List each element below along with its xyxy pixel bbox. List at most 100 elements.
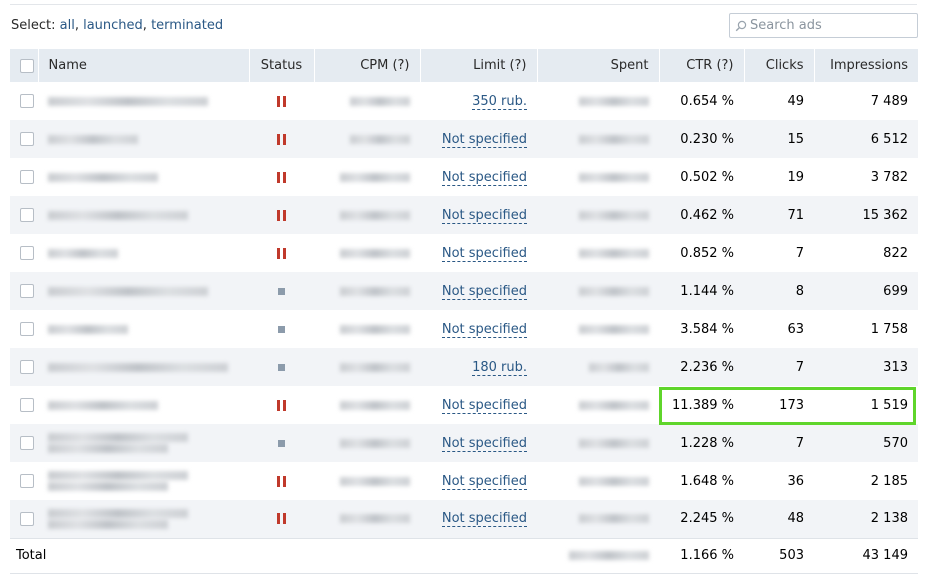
- ad-name-cell[interactable]: [38, 196, 249, 234]
- limit-link[interactable]: Not specified: [441, 245, 527, 262]
- pause-icon[interactable]: [277, 513, 286, 525]
- status-cell[interactable]: [249, 348, 314, 386]
- ad-name-cell[interactable]: [38, 82, 249, 120]
- table-row[interactable]: 350 rub. 0.654 % 49 7 489: [10, 82, 918, 120]
- ad-name-cell[interactable]: [38, 424, 249, 462]
- limit-link[interactable]: Not specified: [441, 435, 527, 452]
- pause-icon[interactable]: [277, 133, 286, 145]
- ad-name-cell[interactable]: [38, 500, 249, 538]
- table-row[interactable]: Not specified 0.462 % 71 15 362: [10, 196, 918, 234]
- row-checkbox[interactable]: [20, 360, 34, 374]
- row-checkbox[interactable]: [20, 170, 34, 184]
- select-all-link[interactable]: all: [60, 18, 75, 33]
- pause-icon[interactable]: [277, 399, 286, 411]
- select-all-checkbox[interactable]: [19, 58, 34, 73]
- row-checkbox[interactable]: [20, 436, 34, 450]
- column-header-limit[interactable]: Limit (?): [419, 49, 537, 82]
- row-checkbox-cell[interactable]: [10, 462, 38, 500]
- select-terminated-link[interactable]: terminated: [151, 18, 223, 33]
- status-cell[interactable]: [249, 462, 314, 500]
- stopped-square-icon[interactable]: [278, 287, 285, 295]
- table-row[interactable]: Not specified 1.228 % 7 570: [10, 424, 918, 462]
- row-checkbox[interactable]: [20, 474, 34, 488]
- pause-icon[interactable]: [277, 247, 286, 259]
- limit-link[interactable]: Not specified: [441, 397, 527, 414]
- table-row[interactable]: 180 rub. 2.236 % 7 313: [10, 348, 918, 386]
- column-header-status[interactable]: Status: [248, 49, 314, 82]
- table-row[interactable]: Not specified 11.389 % 173 1 519: [10, 386, 918, 424]
- status-cell[interactable]: [249, 196, 314, 234]
- table-row[interactable]: Not specified 0.230 % 15 6 512: [10, 120, 918, 158]
- pause-icon[interactable]: [277, 171, 286, 183]
- ad-name-cell[interactable]: [38, 120, 249, 158]
- pause-icon[interactable]: [277, 95, 286, 107]
- limit-cell: Not specified: [420, 196, 537, 234]
- row-checkbox-cell[interactable]: [10, 272, 38, 310]
- ad-name-cell[interactable]: [38, 462, 249, 500]
- column-header-impressions[interactable]: Impressions: [813, 49, 918, 82]
- ad-name-cell[interactable]: [38, 386, 249, 424]
- status-cell[interactable]: [249, 120, 314, 158]
- row-checkbox[interactable]: [20, 94, 34, 108]
- row-checkbox-cell[interactable]: [10, 310, 38, 348]
- row-checkbox[interactable]: [20, 246, 34, 260]
- limit-link[interactable]: Not specified: [441, 131, 527, 148]
- row-checkbox-cell[interactable]: [10, 158, 38, 196]
- ad-name-cell[interactable]: [38, 348, 249, 386]
- table-row[interactable]: Not specified 2.245 % 48 2 138: [10, 500, 918, 538]
- stopped-square-icon[interactable]: [278, 439, 285, 447]
- status-cell[interactable]: [249, 386, 314, 424]
- table-row[interactable]: Not specified 0.502 % 19 3 782: [10, 158, 918, 196]
- limit-link[interactable]: Not specified: [441, 321, 527, 338]
- status-cell[interactable]: [249, 272, 314, 310]
- limit-link[interactable]: 180 rub.: [472, 359, 527, 376]
- status-cell[interactable]: [249, 234, 314, 272]
- row-checkbox-cell[interactable]: [10, 348, 38, 386]
- search-input[interactable]: [750, 18, 915, 33]
- ad-name-cell[interactable]: [38, 234, 249, 272]
- row-checkbox-cell[interactable]: [10, 234, 38, 272]
- column-header-cpm[interactable]: CPM (?): [313, 49, 420, 82]
- limit-link[interactable]: Not specified: [441, 207, 527, 224]
- table-row[interactable]: Not specified 1.648 % 36 2 185: [10, 462, 918, 500]
- row-checkbox[interactable]: [20, 511, 34, 526]
- pause-icon[interactable]: [277, 209, 286, 221]
- table-row[interactable]: Not specified 1.144 % 8 699: [10, 272, 918, 310]
- row-checkbox[interactable]: [20, 398, 34, 412]
- limit-link[interactable]: Not specified: [441, 473, 527, 490]
- status-cell[interactable]: [249, 82, 314, 120]
- row-checkbox-cell[interactable]: [10, 424, 38, 462]
- ad-name-cell[interactable]: [38, 310, 249, 348]
- row-checkbox-cell[interactable]: [10, 386, 38, 424]
- ad-name-cell[interactable]: [38, 272, 249, 310]
- status-cell[interactable]: [249, 424, 314, 462]
- row-checkbox-cell[interactable]: [10, 196, 38, 234]
- stopped-square-icon[interactable]: [278, 363, 285, 371]
- row-checkbox-cell[interactable]: [10, 500, 38, 538]
- column-header-spent[interactable]: Spent: [536, 49, 659, 82]
- limit-link[interactable]: Not specified: [441, 169, 527, 186]
- column-header-name[interactable]: Name: [37, 49, 249, 82]
- stopped-square-icon[interactable]: [278, 325, 285, 333]
- row-checkbox[interactable]: [20, 284, 34, 298]
- status-cell[interactable]: [249, 500, 314, 538]
- row-checkbox-cell[interactable]: [10, 82, 38, 120]
- column-header-ctr[interactable]: CTR (?): [658, 49, 744, 82]
- ad-name-cell[interactable]: [38, 158, 249, 196]
- status-cell[interactable]: [249, 310, 314, 348]
- column-header-clicks[interactable]: Clicks: [743, 49, 814, 82]
- row-checkbox[interactable]: [20, 132, 34, 146]
- select-launched-link[interactable]: launched: [83, 18, 143, 33]
- row-checkbox[interactable]: [20, 208, 34, 222]
- table-row[interactable]: Not specified 3.584 % 63 1 758: [10, 310, 918, 348]
- limit-link[interactable]: 350 rub.: [472, 93, 527, 110]
- limit-link[interactable]: Not specified: [441, 511, 527, 528]
- row-checkbox[interactable]: [20, 322, 34, 336]
- search-box[interactable]: [729, 13, 918, 38]
- row-checkbox-cell[interactable]: [10, 120, 38, 158]
- select-all-checkbox-cell[interactable]: [10, 49, 38, 82]
- pause-icon[interactable]: [277, 475, 286, 487]
- table-row[interactable]: Not specified 0.852 % 7 822: [10, 234, 918, 272]
- limit-link[interactable]: Not specified: [441, 283, 527, 300]
- status-cell[interactable]: [249, 158, 314, 196]
